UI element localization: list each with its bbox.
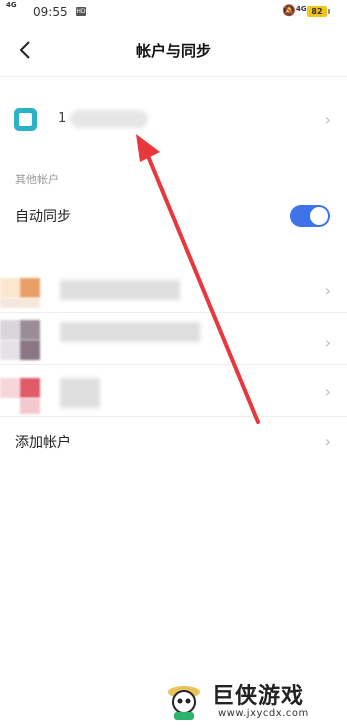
mute-icon: 🔕 [282, 4, 296, 17]
watermark-brand: 巨侠游戏 [212, 684, 305, 709]
watermark: 巨侠游戏 www.jxycdx.com [160, 676, 340, 726]
account-name-redacted [60, 280, 180, 300]
page-title: 帐户与同步 [135, 42, 211, 60]
account-name-redacted [70, 110, 148, 128]
auto-sync-label: 自动同步 [15, 209, 71, 225]
chevron-right-icon: › [324, 333, 331, 352]
primary-account-row[interactable]: 1 › [0, 94, 347, 148]
auto-sync-row: 自动同步 [0, 195, 347, 235]
hd-badge: HD [76, 7, 86, 16]
other-account-row[interactable]: › [0, 316, 347, 368]
add-account-label: 添加帐户 [15, 435, 71, 451]
status-time: 09:55 [33, 5, 68, 19]
watermark-url: www.jxycdx.com [218, 708, 309, 719]
chevron-right-icon: › [324, 382, 331, 401]
other-account-row[interactable]: › [0, 264, 347, 316]
battery-icon: 82 [307, 6, 330, 17]
nav-bar: 帐户与同步 [0, 24, 347, 76]
auto-sync-toggle[interactable] [290, 205, 330, 227]
account-name-redacted [60, 322, 200, 342]
network-indicator: 4G [296, 5, 307, 13]
account-name: 1 [58, 111, 67, 126]
status-bar: 4G 09:55 HD 🔕 4G 82 [0, 0, 347, 24]
mascot-logo-icon [168, 686, 200, 720]
section-label-other-accounts: 其他帐户 [15, 173, 59, 186]
other-account-row[interactable]: › [0, 368, 347, 420]
divider [0, 312, 347, 313]
signal-indicator: 4G [6, 1, 17, 9]
divider [0, 364, 347, 365]
account-name-redacted [60, 378, 100, 408]
divider [0, 76, 347, 77]
toggle-knob [310, 207, 328, 225]
chevron-right-icon: › [324, 432, 331, 451]
chevron-right-icon: › [324, 110, 331, 129]
divider [0, 416, 347, 417]
add-account-row[interactable]: 添加帐户 › [0, 420, 347, 464]
chevron-right-icon: › [324, 281, 331, 300]
account-app-icon [14, 108, 37, 131]
